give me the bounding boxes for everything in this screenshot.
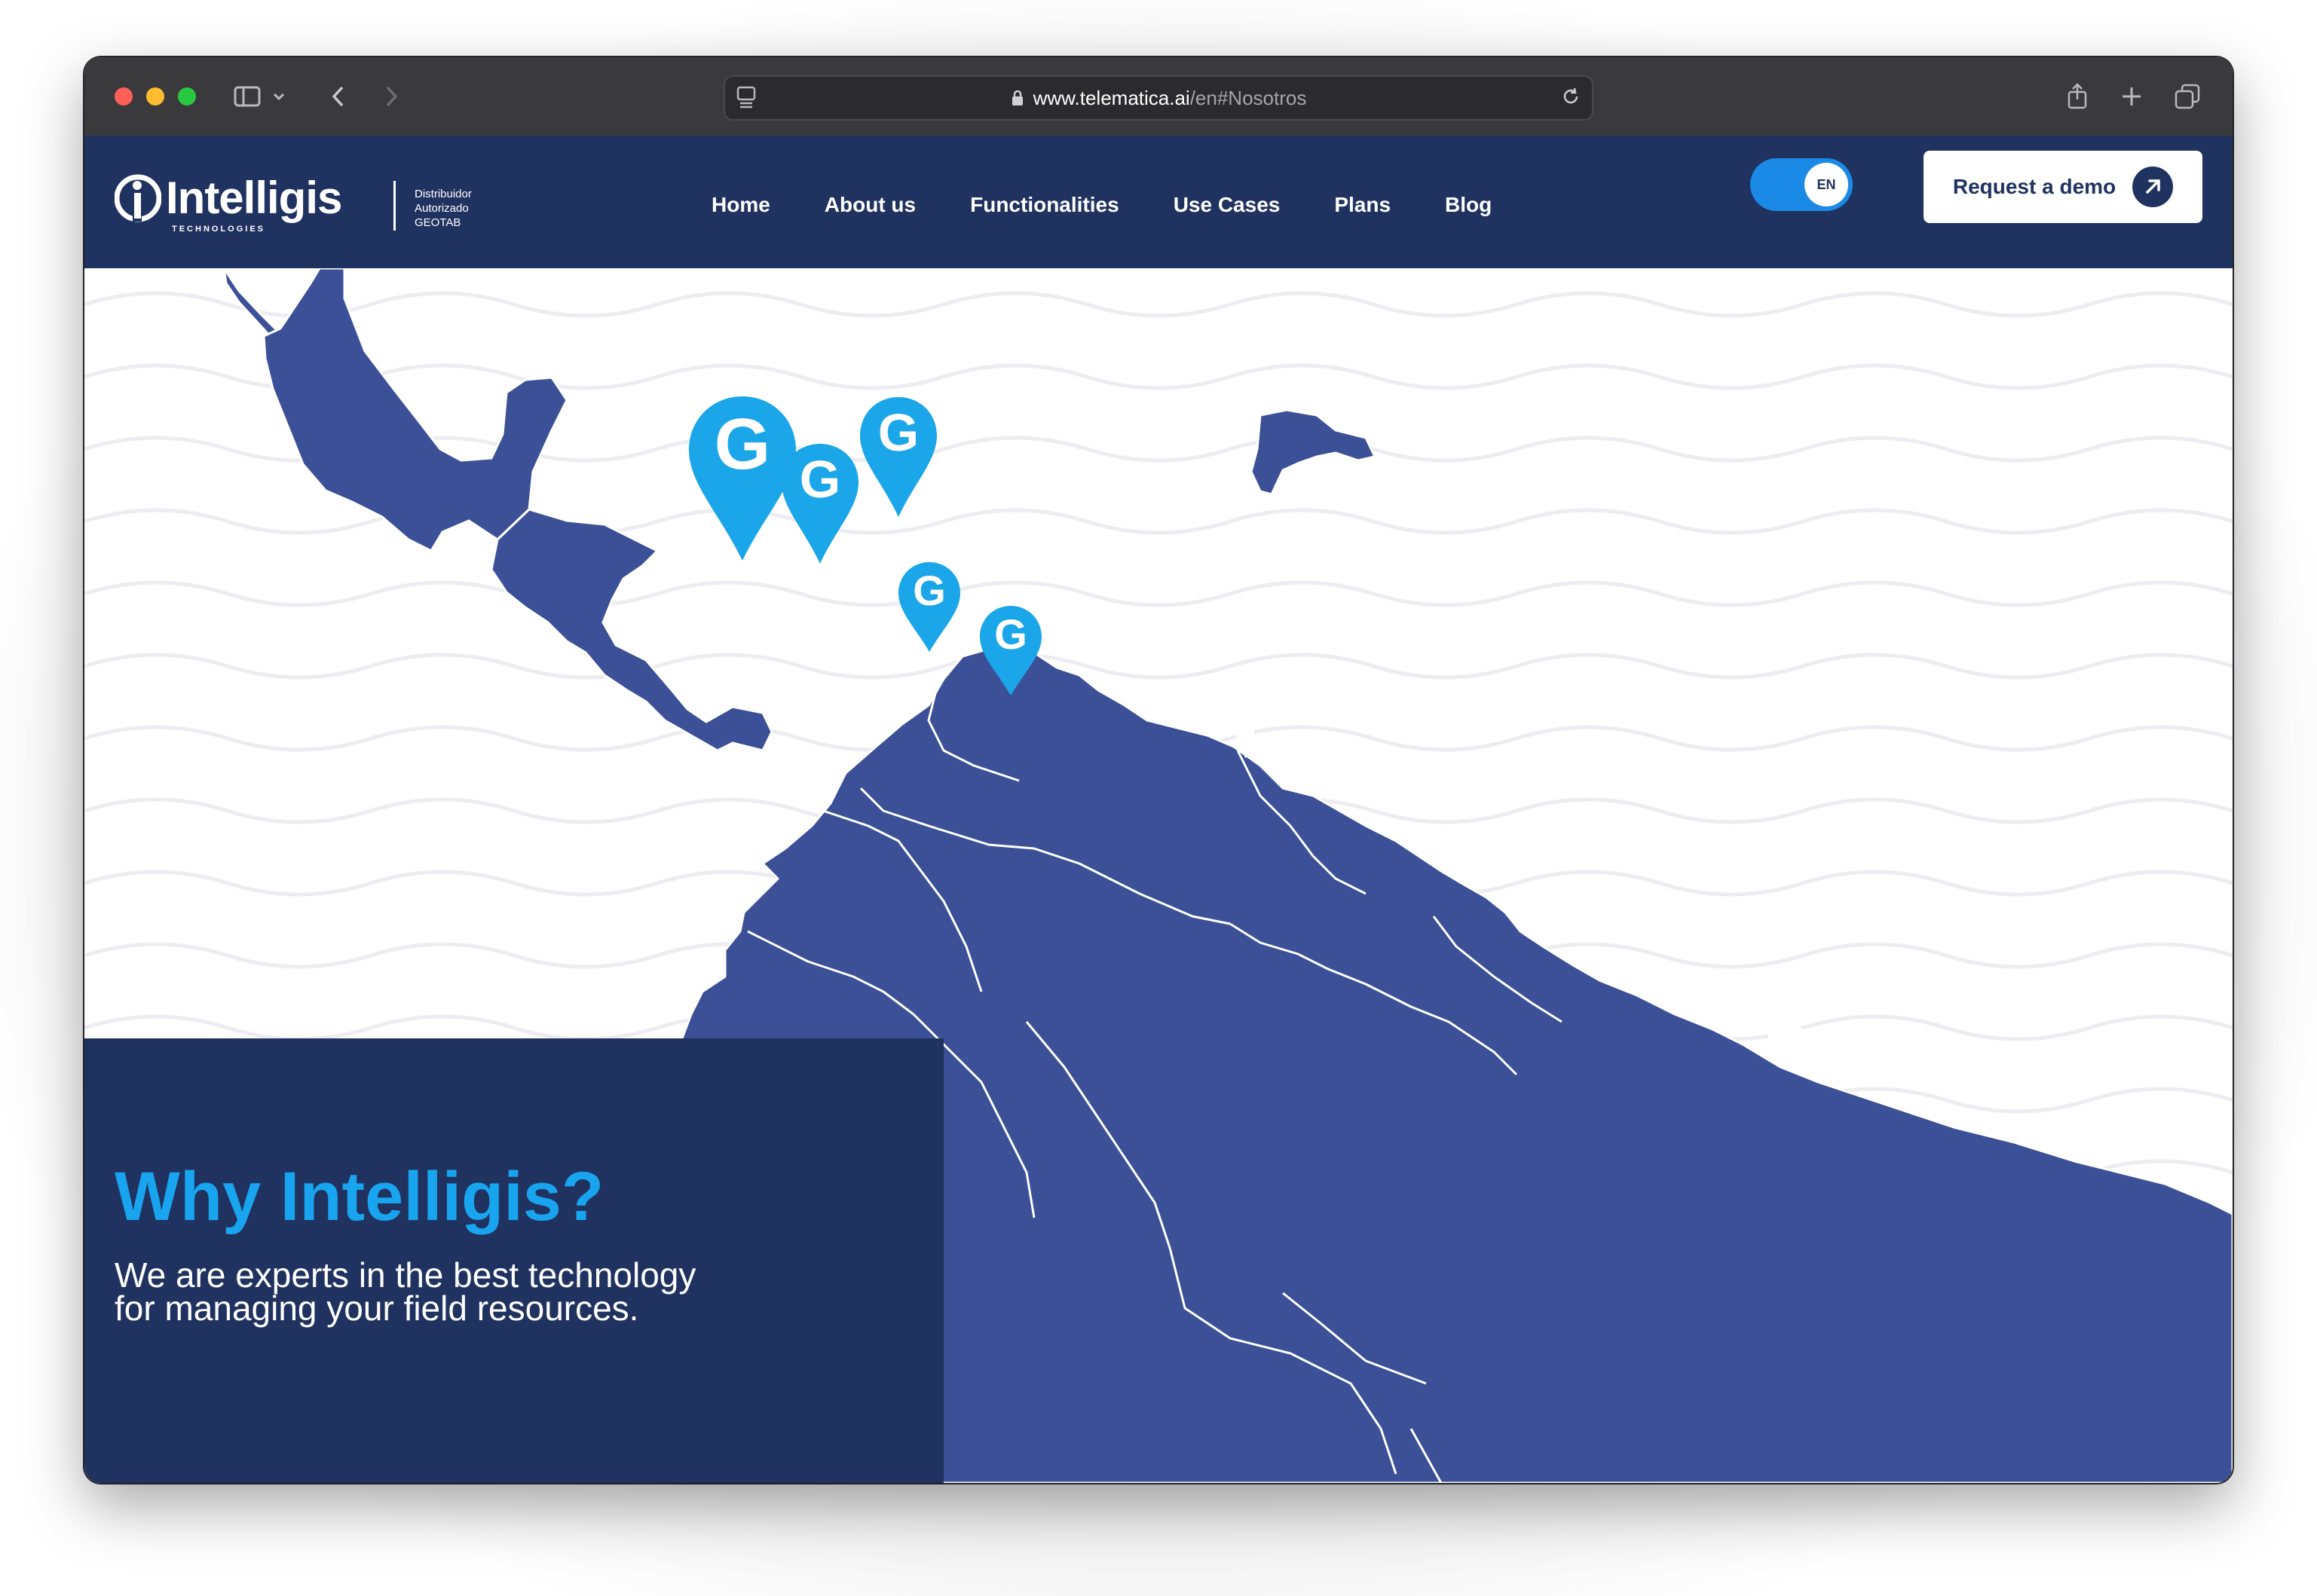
url-domain: www.telematica.ai	[1033, 86, 1190, 109]
chevron-down-icon[interactable]	[270, 80, 288, 113]
distributor-label: Distribuidor Autorizado GEOTAB	[415, 187, 472, 230]
pin-letter: G	[800, 450, 840, 509]
language-toggle[interactable]: EN	[1750, 158, 1853, 211]
request-demo-button[interactable]: Request a demo	[1924, 151, 2202, 223]
reader-icon[interactable]	[736, 84, 758, 114]
nav-use-cases[interactable]: Use Cases	[1174, 193, 1281, 217]
forward-icon[interactable]	[380, 80, 402, 113]
distributor-line-3: GEOTAB	[415, 216, 461, 229]
coverage-map: G G G G G Why Intelligis? We are experts…	[84, 268, 2233, 1483]
distributor-line-2: Autorizado	[415, 202, 469, 215]
tabs-icon[interactable]	[2174, 80, 2201, 113]
zoom-window-button[interactable]	[178, 87, 196, 105]
logo-wordmark: Intelligis	[166, 173, 342, 223]
logo-subtitle: TECHNOLOGIES	[172, 225, 266, 234]
reload-icon[interactable]	[1560, 86, 1581, 112]
amazon-delta	[1765, 1026, 1826, 1056]
pin-letter: G	[715, 404, 771, 485]
hispaniola	[1250, 408, 1376, 496]
nav-home[interactable]: Home	[712, 193, 770, 217]
mexico	[262, 268, 568, 552]
main-nav: Home About us Functionalities Use Cases …	[712, 193, 1492, 217]
baja-california	[222, 268, 278, 339]
sidebar-icon[interactable]	[232, 80, 262, 113]
intelligis-logo-icon	[115, 174, 161, 222]
lake-maracaibo	[1236, 698, 1256, 758]
share-icon[interactable]	[2064, 80, 2091, 113]
location-pin-costa-rica[interactable]: G	[897, 561, 962, 654]
browser-window: www.telematica.ai/en#Nosotros Intelligis…	[84, 57, 2233, 1483]
location-pin-el-salvador[interactable]: G	[779, 442, 861, 567]
why-subtitle: We are experts in the best technology fo…	[115, 1255, 696, 1328]
nav-about-us[interactable]: About us	[825, 193, 916, 217]
language-toggle-label: EN	[1804, 163, 1848, 206]
nav-plans[interactable]: Plans	[1334, 193, 1391, 217]
new-tab-icon[interactable]	[2118, 80, 2145, 113]
address-bar[interactable]: www.telematica.ai/en#Nosotros	[724, 75, 1593, 121]
nav-functionalities[interactable]: Functionalities	[970, 193, 1119, 217]
lock-icon	[1011, 89, 1024, 107]
minimize-window-button[interactable]	[146, 87, 164, 105]
why-intelligis-panel: Why Intelligis? We are experts in the be…	[84, 1038, 944, 1483]
logo-divider	[393, 181, 396, 231]
pin-letter: G	[878, 403, 919, 462]
url-path: /en#Nosotros	[1189, 86, 1307, 109]
window-controls	[115, 87, 196, 105]
location-pin-honduras[interactable]: G	[858, 395, 939, 520]
why-title: Why Intelligis?	[115, 1158, 605, 1235]
distributor-line-1: Distribuidor	[415, 188, 472, 200]
request-demo-label: Request a demo	[1952, 175, 2117, 198]
nav-blog[interactable]: Blog	[1445, 193, 1492, 217]
pin-letter: G	[994, 610, 1027, 658]
pin-letter: G	[913, 567, 946, 614]
arrow-up-right-icon	[2132, 167, 2174, 207]
back-icon[interactable]	[327, 80, 350, 113]
site-header: Intelligis TECHNOLOGIES Distribuidor Aut…	[84, 136, 2233, 268]
location-pin-panama[interactable]: G	[978, 604, 1043, 698]
browser-toolbar: www.telematica.ai/en#Nosotros	[84, 57, 2233, 136]
intelligis-logo[interactable]: Intelligis TECHNOLOGIES Distribuidor Aut…	[115, 173, 472, 234]
close-window-button[interactable]	[115, 87, 133, 105]
